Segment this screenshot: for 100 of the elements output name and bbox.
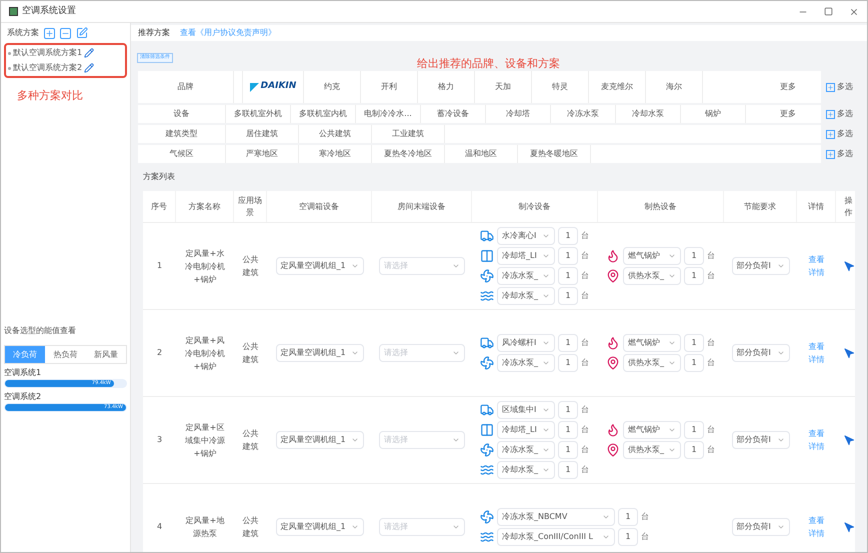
filter-option[interactable]: 开利 xyxy=(361,71,418,103)
quantity-field[interactable]: 1 xyxy=(558,227,578,245)
pointer-icon[interactable] xyxy=(844,522,854,532)
unit-label: 台 xyxy=(581,337,589,349)
quantity-field[interactable]: 1 xyxy=(684,247,704,265)
select-field[interactable]: 冷却水泵_ xyxy=(497,461,555,479)
filter-option[interactable]: 温和地区 xyxy=(445,145,518,163)
select-field[interactable]: 供热水泵_ xyxy=(623,354,681,372)
filter-label: 建筑类型 xyxy=(138,125,226,143)
plus-icon[interactable] xyxy=(826,150,835,158)
filter-option[interactable]: 多联机室外机 xyxy=(226,105,291,123)
filter-option[interactable]: 特灵 xyxy=(532,71,589,103)
select-field[interactable]: 燃气锅炉 xyxy=(623,421,681,439)
quantity-field[interactable]: 1 xyxy=(618,508,638,526)
more-option[interactable]: 更多 xyxy=(780,71,796,103)
filter-option[interactable]: 冷冻水泵 xyxy=(551,105,616,123)
quantity-field[interactable]: 1 xyxy=(684,334,704,352)
select-field[interactable]: 燃气锅炉 xyxy=(623,334,681,352)
filter-option[interactable]: 麦克维尔 xyxy=(589,71,646,103)
quantity-field[interactable]: 1 xyxy=(684,354,704,372)
tower-icon xyxy=(480,249,494,263)
select-field[interactable]: 冷冻水泵_ xyxy=(497,354,555,372)
filter-option[interactable]: 格力 xyxy=(418,71,475,103)
select-field[interactable]: 定风量空调机组_1 xyxy=(276,431,364,449)
pointer-icon[interactable] xyxy=(844,348,854,358)
column-header: 空调箱设备 xyxy=(267,191,372,222)
filter-option[interactable]: 冷却水泵 xyxy=(616,105,681,123)
select-field[interactable]: 冷却塔_LI xyxy=(497,247,555,265)
filter-option[interactable]: 公共建筑 xyxy=(299,125,372,143)
select-field[interactable]: 供热水泵_ xyxy=(623,441,681,459)
filter-option[interactable]: 蓄冷设备 xyxy=(421,105,486,123)
select-field[interactable]: 区域集中I xyxy=(497,401,555,419)
quantity-field[interactable]: 1 xyxy=(558,401,578,419)
select-field[interactable]: 部分负荷I xyxy=(732,257,790,275)
filter-option[interactable]: 锅炉 xyxy=(681,105,746,123)
select-field[interactable]: 部分负荷I xyxy=(732,431,790,449)
table-cell-text: 1 xyxy=(156,260,164,272)
more-option[interactable]: 更多 xyxy=(780,105,796,123)
filter-option[interactable]: 冷却塔 xyxy=(486,105,551,123)
unit-label: 台 xyxy=(707,270,715,282)
maximize-icon[interactable] xyxy=(824,7,833,16)
quantity-field[interactable]: 1 xyxy=(558,247,578,265)
select-field[interactable]: 冷却水泵_ConIII/ConIII L xyxy=(497,528,615,546)
quantity-field[interactable]: 1 xyxy=(558,334,578,352)
pointer-icon[interactable] xyxy=(844,434,854,446)
multi-select-toggle[interactable]: 多选 xyxy=(837,128,853,140)
select-field[interactable]: 冷却水泵_ xyxy=(497,287,555,305)
select-field[interactable]: 定风量空调机组_1 xyxy=(276,344,364,362)
multi-select-toggle[interactable]: 多选 xyxy=(837,108,853,120)
select-field[interactable]: 冷冻水泵_ xyxy=(497,441,555,459)
plus-icon[interactable] xyxy=(826,82,835,92)
quantity-field[interactable]: 1 xyxy=(684,421,704,439)
view-tab[interactable]: 推荐方案 xyxy=(138,27,170,39)
plus-icon[interactable] xyxy=(826,130,835,138)
scheme-item[interactable]: 默认空调系统方案1 xyxy=(13,47,82,59)
select-field[interactable]: 燃气锅炉 xyxy=(623,247,681,265)
edit-icon[interactable] xyxy=(76,27,88,39)
select-field[interactable]: 冷冻水泵_ xyxy=(497,267,555,285)
filter-option[interactable]: 天加 xyxy=(475,71,532,103)
quantity-field[interactable]: 1 xyxy=(684,267,704,285)
quantity-field[interactable]: 1 xyxy=(558,441,578,459)
select-field[interactable]: 冷冻水泵_NBCMV xyxy=(497,508,615,526)
filter-option[interactable]: 夏热冬冷地区 xyxy=(372,145,445,163)
select-field[interactable]: 水冷离心I xyxy=(497,227,555,245)
quantity-field[interactable]: 1 xyxy=(558,461,578,479)
filter-option[interactable]: 工业建筑 xyxy=(372,125,445,143)
quantity-field[interactable]: 1 xyxy=(558,287,578,305)
multi-select-toggle[interactable]: 多选 xyxy=(837,81,853,93)
pencil-icon[interactable] xyxy=(84,48,94,58)
select-field[interactable]: 定风量空调机组_1 xyxy=(276,257,364,275)
filter-option[interactable]: 电制冷冷水... xyxy=(356,105,421,123)
select-field[interactable]: 风冷螺杆I xyxy=(497,334,555,352)
select-field[interactable]: 定风量空调机组_1 xyxy=(276,518,364,536)
close-icon[interactable] xyxy=(849,6,859,16)
scheme-item[interactable]: 默认空调系统方案2 xyxy=(13,62,82,74)
multi-select-toggle[interactable]: 多选 xyxy=(837,148,853,160)
plus-icon[interactable] xyxy=(826,110,835,118)
select-field[interactable]: 部分负荷I xyxy=(732,518,790,536)
filter-option[interactable]: 居住建筑 xyxy=(226,125,299,143)
quantity-field[interactable]: 1 xyxy=(558,354,578,372)
remove-icon[interactable] xyxy=(60,28,71,38)
filter-option[interactable]: 海尔 xyxy=(646,71,703,103)
pencil-icon[interactable] xyxy=(84,63,94,73)
chevron-icon xyxy=(350,523,358,531)
quantity-field[interactable]: 1 xyxy=(618,528,638,546)
select-field[interactable]: 冷却塔_LI xyxy=(497,421,555,439)
quantity-field[interactable]: 1 xyxy=(558,267,578,285)
pump-icon xyxy=(480,463,494,477)
filter-option[interactable]: 多联机室内机 xyxy=(291,105,356,123)
pointer-icon[interactable] xyxy=(844,260,854,272)
filter-option[interactable]: 约克 xyxy=(304,71,361,103)
filter-option[interactable]: 严寒地区 xyxy=(226,145,299,163)
quantity-field[interactable]: 1 xyxy=(684,441,704,459)
filter-option[interactable]: 寒冷地区 xyxy=(299,145,372,163)
quantity-field[interactable]: 1 xyxy=(558,421,578,439)
filter-option[interactable]: 夏热冬暖地区 xyxy=(518,145,591,163)
select-field[interactable]: 供热水泵_ xyxy=(623,267,681,285)
select-field[interactable]: 部分负荷I xyxy=(732,344,790,362)
add-icon[interactable] xyxy=(44,28,55,38)
brand-logo[interactable]: DAIKIN xyxy=(242,71,304,103)
